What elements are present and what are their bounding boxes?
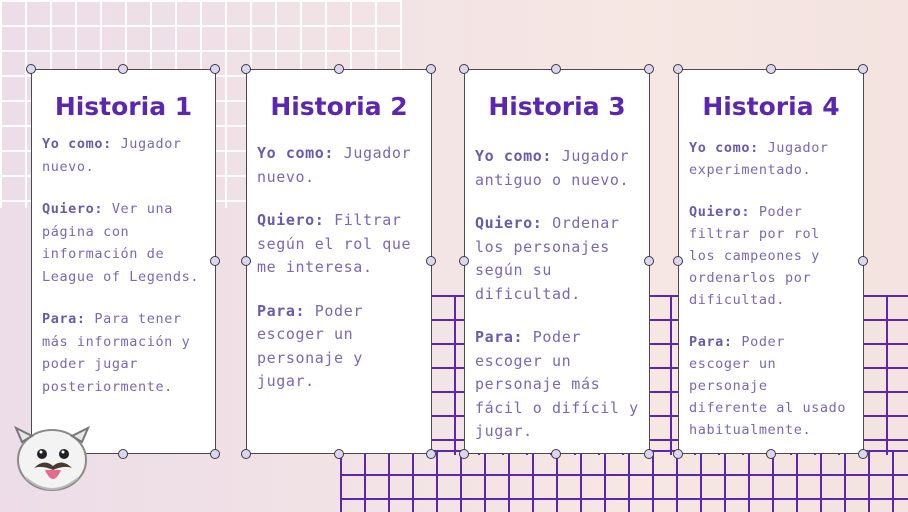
- story-title: Historia 3: [488, 92, 626, 121]
- resize-handle[interactable]: [241, 256, 251, 266]
- resize-handle[interactable]: [241, 449, 251, 459]
- story-card-2[interactable]: Historia 2 Yo como: Jugador nuevo. Quier…: [246, 69, 432, 454]
- story-body: Yo como: Jugador antiguo o nuevo. Quiero…: [475, 145, 639, 444]
- resize-handle[interactable]: [551, 64, 561, 74]
- story-card-1[interactable]: Historia 1 Yo como: Jugador nuevo. Quier…: [31, 69, 216, 454]
- yo-como-label: Yo como:: [42, 136, 112, 152]
- resize-handle[interactable]: [673, 256, 683, 266]
- resize-handle[interactable]: [858, 449, 868, 459]
- poro-mascot-icon: [14, 425, 90, 491]
- resize-handle[interactable]: [334, 449, 344, 459]
- quiero-label: Quiero:: [689, 204, 751, 220]
- resize-handle[interactable]: [118, 449, 128, 459]
- resize-handle[interactable]: [241, 64, 251, 74]
- para-label: Para:: [257, 301, 306, 320]
- para-label: Para:: [475, 328, 524, 346]
- resize-handle[interactable]: [334, 64, 344, 74]
- resize-handle[interactable]: [766, 449, 776, 459]
- resize-handle[interactable]: [459, 449, 469, 459]
- resize-handle[interactable]: [858, 256, 868, 266]
- quiero-label: Quiero:: [475, 214, 543, 232]
- resize-handle[interactable]: [644, 256, 654, 266]
- yo-como-label: Yo como:: [257, 144, 335, 162]
- story-card-3[interactable]: Historia 3 Yo como: Jugador antiguo o nu…: [464, 69, 650, 454]
- story-title: Historia 4: [702, 92, 840, 121]
- resize-handle[interactable]: [459, 256, 469, 266]
- resize-handle[interactable]: [210, 449, 220, 459]
- story-body: Yo como: Jugador experimentado. Quiero: …: [689, 137, 853, 441]
- resize-handle[interactable]: [673, 449, 683, 459]
- story-body: Yo como: Jugador nuevo. Quiero: Filtrar …: [257, 142, 421, 394]
- resize-handle[interactable]: [644, 64, 654, 74]
- resize-handle[interactable]: [551, 449, 561, 459]
- story-title: Historia 1: [54, 92, 193, 121]
- resize-handle[interactable]: [210, 256, 220, 266]
- story-body: Yo como: Jugador nuevo. Quiero: Ver una …: [42, 133, 205, 398]
- resize-handle[interactable]: [210, 64, 220, 74]
- resize-handle[interactable]: [26, 64, 36, 74]
- resize-handle[interactable]: [426, 256, 436, 266]
- para-label: Para:: [42, 311, 86, 327]
- resize-handle[interactable]: [459, 64, 469, 74]
- resize-handle[interactable]: [766, 64, 776, 74]
- resize-handle[interactable]: [426, 64, 436, 74]
- resize-handle[interactable]: [858, 64, 868, 74]
- story-title: Historia 2: [270, 92, 408, 121]
- story-card-4[interactable]: Historia 4 Yo como: Jugador experimentad…: [678, 69, 864, 454]
- quiero-label: Quiero:: [257, 211, 325, 229]
- resize-handle[interactable]: [644, 449, 654, 459]
- purple-grid-decoration-bottom: [340, 450, 908, 512]
- yo-como-label: Yo como:: [689, 140, 759, 156]
- yo-como-label: Yo como:: [475, 147, 553, 165]
- quiero-label: Quiero:: [42, 201, 104, 217]
- resize-handle[interactable]: [673, 64, 683, 74]
- para-label: Para:: [689, 334, 733, 350]
- resize-handle[interactable]: [118, 64, 128, 74]
- resize-handle[interactable]: [426, 449, 436, 459]
